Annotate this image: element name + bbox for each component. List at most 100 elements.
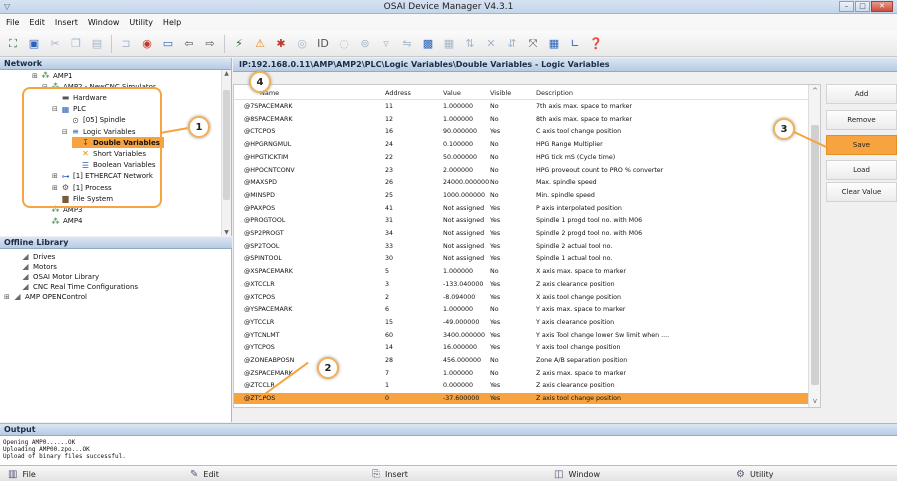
- cell-address: 22: [385, 153, 394, 161]
- connect-icon[interactable]: ⚡: [230, 35, 248, 53]
- copy-icon[interactable]: ❐: [67, 35, 85, 53]
- table-row[interactable]: @YTCCLR 15 -49.000000 Yes Y axis clearance p…: [234, 317, 809, 328]
- menu-utility[interactable]: Utility: [129, 18, 153, 27]
- scroll-up-icon[interactable]: ▲: [222, 70, 231, 77]
- table-row[interactable]: @YSPACEMARK 6 1.000000 No Y axis max. space …: [234, 304, 809, 315]
- table-row[interactable]: @ZTCPOS0-37.600000YesZ axis tool change …: [234, 393, 809, 404]
- plc-icon[interactable]: ◎: [293, 35, 311, 53]
- table-row[interactable]: @YTCNLMT 60 3400.000000 Yes Y axis Tool chan…: [234, 330, 809, 341]
- table-scrollbar[interactable]: ^ v: [808, 85, 820, 407]
- scroll-down-icon[interactable]: ▼: [222, 229, 231, 236]
- menu-file[interactable]: File: [6, 18, 19, 27]
- scroll-thumb[interactable]: [811, 125, 819, 385]
- statusbar-window[interactable]: ◫ Window: [554, 468, 600, 480]
- close-button[interactable]: ✕: [871, 1, 893, 12]
- help-icon[interactable]: ❓: [587, 35, 605, 53]
- statusbar-file[interactable]: ▥ File: [8, 468, 36, 480]
- remove-button[interactable]: Remove: [826, 110, 897, 130]
- column-visible[interactable]: Visible: [490, 89, 511, 97]
- cell-address: 12: [385, 115, 394, 123]
- table-row[interactable]: @CTCPOS 16 90.000000 Yes C axis tool change …: [234, 126, 809, 137]
- table-icon[interactable]: ▦: [440, 35, 458, 53]
- expand-toggle-icon[interactable]: ⊞: [32, 72, 40, 80]
- statusbar-edit[interactable]: ✎ Edit: [190, 468, 219, 480]
- network-scrollbar[interactable]: ▲ ▼: [221, 70, 231, 236]
- minimize-button[interactable]: –: [839, 1, 854, 12]
- back-arrow-icon[interactable]: ⇦: [180, 35, 198, 53]
- cell-description: Zone A/B separation position: [536, 357, 628, 364]
- column-address[interactable]: Address: [385, 89, 411, 97]
- sort-icon[interactable]: ⇵: [503, 35, 521, 53]
- table-row[interactable]: @XTCPOS 2 -8.094000 Yes X axis tool change p…: [234, 292, 809, 303]
- maximize-button[interactable]: □: [855, 1, 870, 12]
- menu-help[interactable]: Help: [163, 18, 181, 27]
- library-item-label: Motors: [33, 262, 57, 271]
- id-icon[interactable]: ID: [314, 35, 332, 53]
- menu-edit[interactable]: Edit: [29, 18, 45, 27]
- table-row[interactable]: @SPINTOOL 30 Not assigned Yes Spindle 1 actu…: [234, 253, 809, 264]
- cell-value: 1000.000000: [443, 191, 486, 199]
- clear-value-button[interactable]: Clear Value: [826, 182, 897, 202]
- terminal-icon[interactable]: ▩: [419, 35, 437, 53]
- forward-arrow-icon[interactable]: ⇨: [201, 35, 219, 53]
- network-tree-icon[interactable]: ⛶: [4, 35, 22, 53]
- scroll-up-icon[interactable]: ^: [809, 87, 820, 95]
- compare-icon[interactable]: ⇋: [398, 35, 416, 53]
- table-row[interactable]: @PROGTOOL 31 Not assigned Yes Spindle 1 prog…: [234, 215, 809, 226]
- table-row[interactable]: @XTCCLR 3 -133.040000 Yes Z axis clearance p…: [234, 279, 809, 290]
- table-row[interactable]: @MINSPD 25 1000.000000 No Min. spindle speed: [234, 190, 809, 201]
- cell-name: @8SPACEMARK: [244, 115, 293, 123]
- cut-icon[interactable]: ✂: [46, 35, 64, 53]
- cell-value: 1.000000: [443, 268, 474, 276]
- table-row[interactable]: @SP2PROGT 34 Not assigned Yes Spindle 2 prog…: [234, 228, 809, 239]
- column-description[interactable]: Description: [536, 89, 573, 97]
- menu-insert[interactable]: Insert: [55, 18, 78, 27]
- table-row[interactable]: @PAXPOS 41 Not assigned Yes P axis interpola…: [234, 203, 809, 214]
- monitor-icon[interactable]: ◌: [335, 35, 353, 53]
- statusbar-insert[interactable]: ⎘ Insert: [372, 468, 408, 480]
- library-panel: Offline Library ◢ Drives ◢ Motors ◢ OSAI Moto…: [0, 237, 232, 422]
- expand-icon[interactable]: ⤧: [524, 35, 542, 53]
- filter-icon[interactable]: ▿: [377, 35, 395, 53]
- cell-address: 0: [385, 395, 390, 403]
- table-row[interactable]: @ZTCCLR 1 0.000000 Yes Z axis clearance posi…: [234, 380, 809, 391]
- save-button[interactable]: Save: [826, 135, 897, 155]
- upload-icon[interactable]: ⚠: [251, 35, 269, 53]
- table-row[interactable]: @MAXSPD 26 24000.000000 No Max. spindle spee…: [234, 177, 809, 188]
- menu-window[interactable]: Window: [88, 18, 120, 27]
- library-item[interactable]: ⊞ ◢ AMP OPENControl: [4, 291, 87, 302]
- tree-node[interactable]: ⊞ ⁂ AMP1: [32, 70, 73, 81]
- cell-name: @PROGTOOL: [244, 217, 286, 225]
- cell-visible: Yes: [490, 382, 501, 390]
- tree-node[interactable]: ⁂ AMP4: [42, 216, 83, 227]
- download-icon[interactable]: ✱: [272, 35, 290, 53]
- load-button[interactable]: Load: [826, 160, 897, 180]
- statusbar-utility[interactable]: ⚙ Utility: [736, 468, 774, 480]
- trace-icon[interactable]: ⇅: [461, 35, 479, 53]
- layout-icon[interactable]: ∟: [566, 35, 584, 53]
- table-row[interactable]: @HPGRNGMUL 24 0.100000 No HPG Range Multipli…: [234, 139, 809, 150]
- cell-name: @SP2TOOL: [244, 242, 280, 250]
- expand-toggle-icon[interactable]: ⊞: [4, 293, 12, 301]
- column-value[interactable]: Value: [443, 89, 461, 97]
- scroll-thumb[interactable]: [223, 90, 230, 200]
- save-icon[interactable]: ▣: [25, 35, 43, 53]
- window-icon[interactable]: ▭: [159, 35, 177, 53]
- scope-icon[interactable]: ⊚: [356, 35, 374, 53]
- disconnect-icon[interactable]: ⊐: [117, 35, 135, 53]
- table-row[interactable]: @HPGTICKTIM 22 50.000000 No HPG tick mS (Cyc…: [234, 152, 809, 163]
- table-row[interactable]: @HPOCNTCONV 23 2.000000 No HPG proveout coun…: [234, 165, 809, 176]
- add-button[interactable]: Add: [826, 84, 897, 104]
- cell-address: 30: [385, 255, 394, 263]
- cell-name: @XSPACEMARK: [244, 268, 293, 276]
- table-row[interactable]: @SP2TOOL 33 Not assigned Yes Spindle 2 actua…: [234, 241, 809, 252]
- grid-icon[interactable]: ▦: [545, 35, 563, 53]
- stop-icon[interactable]: ◉: [138, 35, 156, 53]
- table-row[interactable]: @XSPACEMARK 5 1.000000 No X axis max. space …: [234, 266, 809, 277]
- paste-icon[interactable]: ▤: [88, 35, 106, 53]
- close-doc-icon[interactable]: ✕: [482, 35, 500, 53]
- table-row[interactable]: @YTCPOS 14 16.000000 Yes Y axis tool change …: [234, 342, 809, 353]
- table-row[interactable]: @7SPACEMARK 11 1.000000 No 7th axis max. spa…: [234, 101, 809, 112]
- scroll-down-icon[interactable]: v: [809, 397, 820, 405]
- table-row[interactable]: @8SPACEMARK 12 1.000000 No 8th axis max. spa…: [234, 114, 809, 125]
